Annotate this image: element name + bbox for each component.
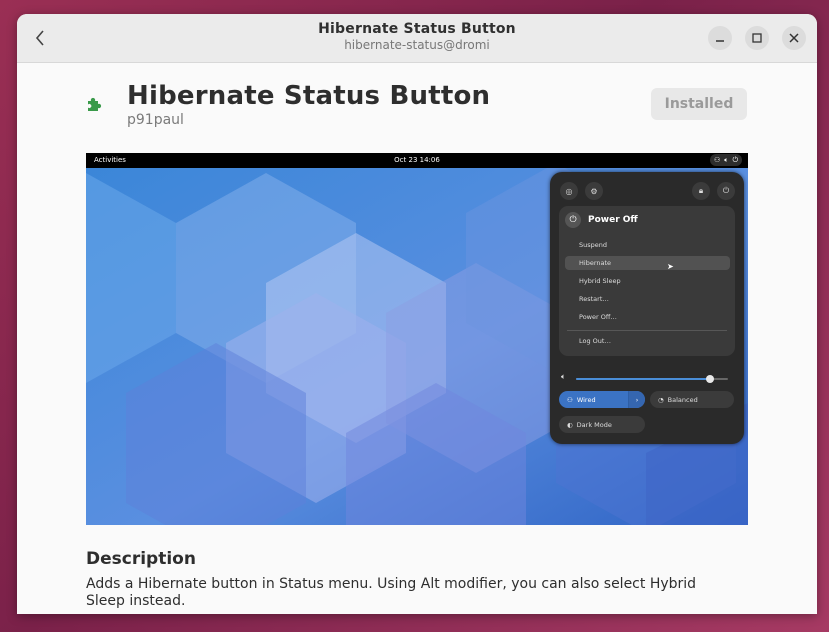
- shell-top-bar: Activities Oct 23 14:06 ⚇ 🔈︎ ⏻: [86, 153, 748, 168]
- window-subtitle: hibernate-status@dromi: [344, 38, 490, 52]
- maximize-button[interactable]: [745, 26, 769, 50]
- volume-slider: 🔈︎: [561, 372, 731, 384]
- speaker-icon: 🔈︎: [561, 372, 566, 381]
- slider-knob: [705, 375, 714, 383]
- puzzle-piece-icon: [88, 97, 102, 111]
- clock-label: Oct 23 14:06: [394, 156, 440, 164]
- menu-item-restart: Restart…: [579, 295, 609, 303]
- power-off-title: Power Off: [588, 215, 638, 225]
- menu-separator: [567, 330, 727, 331]
- menu-item-hybrid-sleep: Hybrid Sleep: [579, 277, 621, 285]
- wired-toggle: ⚇ Wired ›: [559, 391, 645, 408]
- extension-details: Hibernate Status Button p91paul Installe…: [17, 63, 817, 614]
- slider-fill: [576, 378, 710, 380]
- quick-settings-menu: ◎ ⚙ 🔒︎ ⏻ ⏻ Power Off Suspend Hibernate H…: [550, 172, 744, 444]
- volume-icon: 🔈︎: [724, 155, 729, 164]
- menu-item-power-off: Power Off…: [579, 313, 617, 321]
- power-submenu: ⏻ Power Off Suspend Hibernate Hybrid Sle…: [559, 206, 735, 356]
- power-icon: ⏻: [732, 155, 738, 164]
- menu-item-log-out: Log Out…: [579, 337, 611, 345]
- mouse-cursor-icon: ➤: [667, 262, 674, 271]
- header-bar: Hibernate Status Button hibernate-status…: [17, 14, 817, 63]
- slider-track: [576, 375, 728, 383]
- minimize-button[interactable]: [708, 26, 732, 50]
- power-mode-toggle: ◔ Balanced: [650, 391, 734, 408]
- status-area: ⚇ 🔈︎ ⏻: [709, 154, 742, 166]
- screenshot-icon: ◎: [560, 182, 578, 200]
- power-mode-icon: ◔: [658, 395, 664, 404]
- extension-author: p91paul: [127, 112, 184, 128]
- window-title-block: Hibernate Status Button hibernate-status…: [17, 21, 817, 52]
- power-icon: ⏻: [717, 182, 735, 200]
- description-heading: Description: [86, 549, 196, 569]
- dark-mode-icon: ◐: [567, 420, 573, 429]
- extension-name: Hibernate Status Button: [127, 81, 491, 111]
- maximize-icon: [752, 33, 762, 43]
- window-title: Hibernate Status Button: [318, 21, 516, 37]
- wired-label: Wired: [576, 395, 596, 404]
- chevron-right-icon: ›: [628, 391, 645, 408]
- dark-mode-toggle: ◐ Dark Mode: [559, 416, 645, 433]
- network-icon: ⚇: [713, 156, 721, 164]
- close-icon: [789, 33, 799, 43]
- app-window: Hibernate Status Button hibernate-status…: [17, 14, 817, 614]
- power-off-header: ⏻ Power Off: [565, 212, 638, 228]
- network-icon: ⚇: [567, 395, 573, 404]
- menu-item-suspend: Suspend: [579, 241, 608, 249]
- extension-screenshot: Activities Oct 23 14:06 ⚇ 🔈︎ ⏻ ◎ ⚙ 🔒︎ ⏻ …: [86, 153, 748, 525]
- close-button[interactable]: [782, 26, 806, 50]
- lock-icon: 🔒︎: [692, 182, 710, 200]
- menu-item-hibernate: Hibernate: [565, 256, 730, 270]
- installed-button[interactable]: Installed: [651, 88, 747, 120]
- minimize-icon: [716, 40, 724, 42]
- power-icon: ⏻: [565, 212, 581, 228]
- settings-icon: ⚙: [585, 182, 603, 200]
- description-text: Adds a Hibernate button in Status menu. …: [86, 576, 697, 609]
- dark-mode-label: Dark Mode: [576, 420, 612, 429]
- balanced-label: Balanced: [667, 395, 698, 404]
